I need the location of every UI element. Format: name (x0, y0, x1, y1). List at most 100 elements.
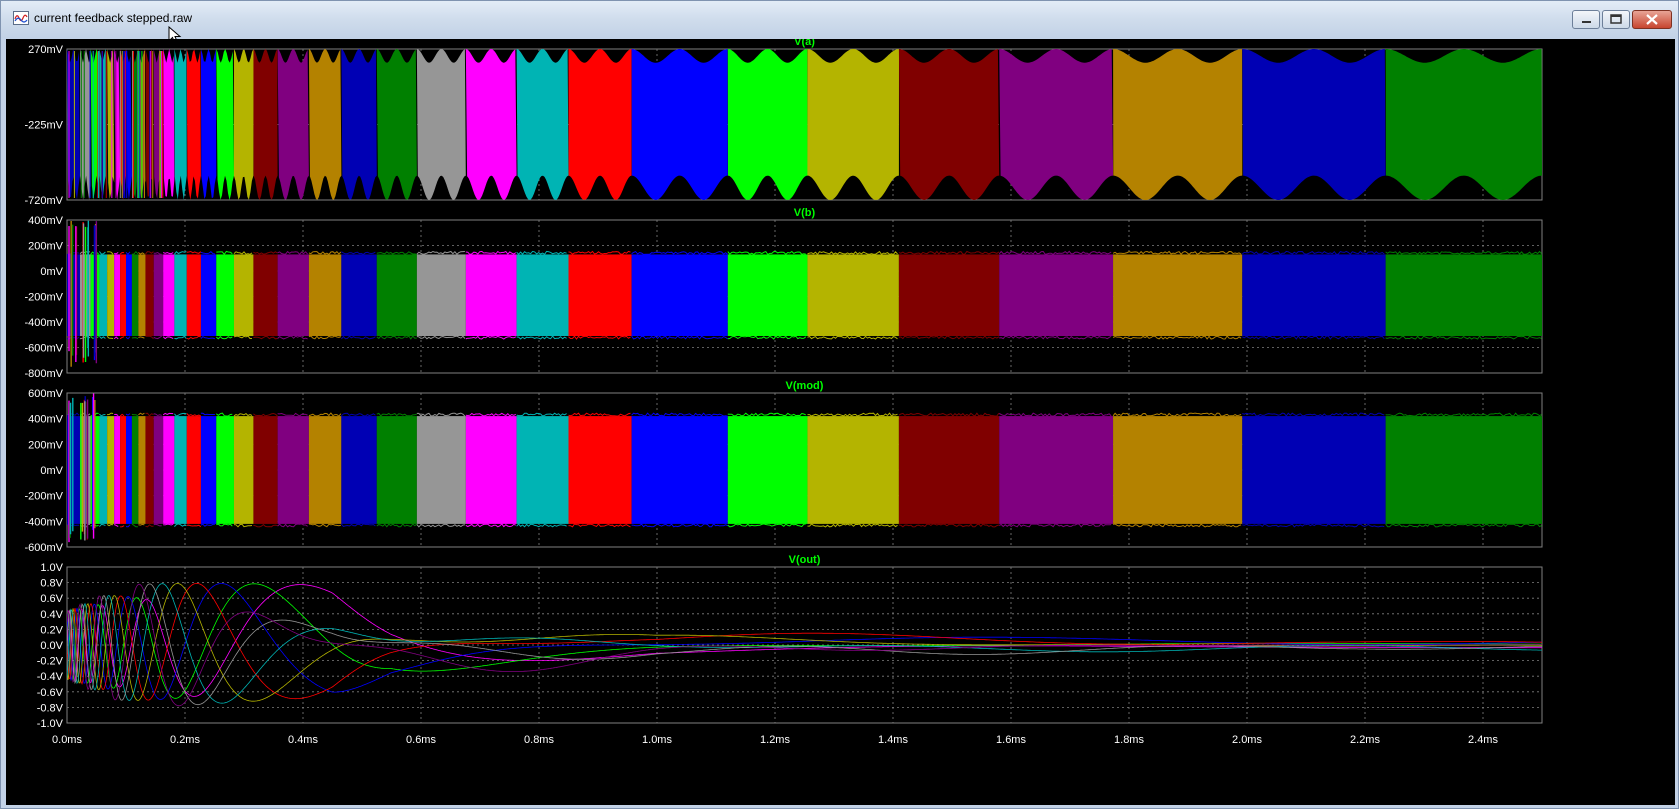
step-band (999, 416, 1114, 524)
step-band (120, 254, 126, 337)
step-band (631, 254, 728, 337)
step-band (200, 49, 217, 199)
step-band (807, 49, 899, 200)
step-band (99, 416, 108, 524)
y-tick-label: 1.0V (40, 562, 63, 574)
step-band (568, 49, 632, 200)
step-band (126, 416, 132, 524)
y-tick-label: -720mV (24, 195, 63, 207)
step-band (416, 254, 466, 337)
step-band (376, 254, 417, 337)
step-band (186, 254, 201, 337)
plot-area[interactable]: 270mV -225mV -720mV V(a) 400mV 200mV 0mV -200mV… (6, 39, 1675, 805)
step-band (999, 254, 1114, 337)
trace-title[interactable]: V(out) (789, 554, 821, 566)
step-band (1242, 254, 1386, 337)
x-tick-label: 0.4ms (288, 734, 318, 746)
x-tick-label: 1.0ms (642, 734, 672, 746)
y-tick-label: 0.8V (40, 578, 63, 590)
step-band (131, 254, 139, 337)
x-tick-label: 2.2ms (1350, 734, 1380, 746)
y-tick-label: -225mV (24, 120, 63, 132)
step-band (341, 49, 377, 200)
panel-1[interactable]: 270mV -225mV -720mV V(a) (24, 39, 1543, 207)
step-band (253, 254, 278, 337)
step-band (233, 416, 254, 524)
step-band (107, 49, 115, 199)
title-bar[interactable]: current feedback stepped.raw (1, 1, 1678, 38)
close-icon (1646, 14, 1658, 25)
step-band (416, 416, 466, 524)
minimize-button[interactable] (1572, 10, 1600, 29)
step-band (807, 254, 899, 337)
step-band (200, 416, 217, 524)
step-band (163, 416, 175, 524)
panel-4[interactable]: 1.0V 0.8V 0.6V 0.4V 0.2V 0.0V -0.2V -0.4V -0.6V -… (37, 554, 1543, 730)
panel-3[interactable]: 600mV 400mV 200mV 0mV -200mV -400mV -600mV V(mo… (24, 380, 1543, 554)
x-tick-label: 0.8ms (524, 734, 554, 746)
step-band (1385, 49, 1542, 200)
step-band (174, 254, 187, 337)
step-band (376, 49, 417, 200)
maximize-button[interactable] (1602, 10, 1630, 29)
step-band (999, 49, 1114, 200)
step-band (727, 49, 808, 200)
step-band (1113, 254, 1243, 337)
step-band (200, 254, 217, 337)
y-tick-label: -1.0V (37, 718, 64, 730)
step-band (1385, 416, 1542, 524)
step-band (516, 254, 569, 337)
step-band (376, 416, 417, 524)
step-band (807, 416, 899, 524)
y-tick-label: 200mV (28, 439, 64, 451)
y-tick-label: 200mV (28, 241, 64, 253)
traces (67, 393, 1542, 543)
x-tick-label: 0.0ms (52, 734, 82, 746)
x-tick-label: 1.8ms (1114, 734, 1144, 746)
step-band (727, 254, 808, 337)
step-band (163, 254, 175, 337)
y-tick-label: -0.2V (37, 656, 64, 668)
x-tick-label: 1.4ms (878, 734, 908, 746)
step-band (174, 416, 187, 524)
trace-title[interactable]: V(b) (794, 207, 816, 219)
step-band (186, 49, 201, 200)
step-band (99, 254, 108, 337)
y-tick-label: 0.6V (40, 593, 63, 605)
step-band (253, 49, 278, 200)
step-band (516, 49, 569, 200)
step-band (898, 416, 1000, 524)
y-tick-label: 0.4V (40, 609, 63, 621)
trace-title[interactable]: V(mod) (786, 380, 824, 392)
y-tick-label: -200mV (24, 491, 63, 503)
step-band (114, 416, 121, 524)
y-tick-label: 0mV (40, 266, 63, 278)
step-band (341, 416, 377, 524)
out-trace (67, 584, 1542, 697)
waveform-plot[interactable]: 270mV -225mV -720mV V(a) 400mV 200mV 0mV -200mV… (6, 39, 1675, 805)
y-tick-label: -0.8V (37, 702, 64, 714)
maximize-icon (1610, 14, 1622, 24)
minimize-icon (1582, 21, 1591, 23)
y-tick-label: 0mV (40, 465, 63, 477)
trace-title[interactable]: V(a) (794, 39, 815, 48)
step-band (631, 416, 728, 524)
y-tick-label: -200mV (24, 292, 63, 304)
step-band (233, 49, 254, 200)
y-tick-label: -400mV (24, 516, 63, 528)
step-band (131, 416, 139, 524)
panel-2[interactable]: 400mV 200mV 0mV -200mV -400mV -600mV -800mV V(b… (24, 207, 1543, 380)
x-tick-label: 2.0ms (1232, 734, 1262, 746)
step-band (727, 416, 808, 524)
close-button[interactable] (1632, 10, 1672, 29)
step-band (163, 49, 175, 197)
step-band (465, 416, 517, 524)
step-band (1113, 49, 1243, 200)
step-band (277, 49, 309, 200)
step-band (138, 254, 146, 337)
x-tick-label: 0.2ms (170, 734, 200, 746)
step-band (568, 254, 632, 337)
step-band (1385, 254, 1542, 337)
step-band (120, 416, 126, 524)
step-band (153, 416, 164, 524)
